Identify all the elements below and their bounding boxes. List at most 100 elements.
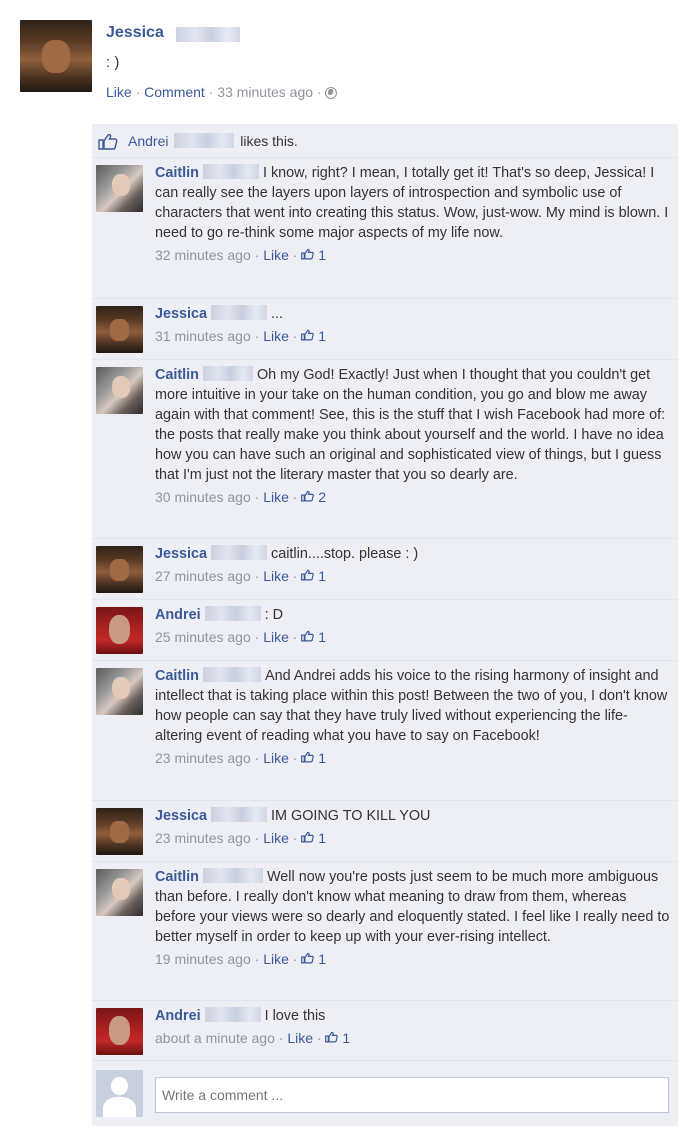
comment-separator xyxy=(92,800,678,801)
comment-author-name[interactable]: Caitlin xyxy=(155,367,199,383)
comment-body: Caitlin I know, right? I mean, I totally … xyxy=(155,163,670,265)
liker-name[interactable]: Andrei xyxy=(128,133,168,149)
comment-text: IM GOING TO KILL YOU xyxy=(271,808,431,824)
thumbs-up-icon[interactable] xyxy=(301,329,315,342)
comment-author-surname-blurred xyxy=(211,305,268,320)
comment-author-avatar[interactable] xyxy=(96,546,143,593)
thumbs-up-icon[interactable] xyxy=(301,490,315,503)
post-author-name[interactable]: Jessica xyxy=(106,24,164,42)
comment-like-count[interactable]: 1 xyxy=(318,247,326,263)
comment-like-count[interactable]: 1 xyxy=(318,328,326,344)
comment-timestamp[interactable]: 30 minutes ago xyxy=(155,489,251,505)
comment-author-name[interactable]: Jessica xyxy=(155,808,207,824)
comment-like-count[interactable]: 1 xyxy=(318,750,326,766)
comment-like-count[interactable]: 1 xyxy=(318,951,326,967)
thumbs-up-icon[interactable] xyxy=(301,248,315,261)
comment-body: Caitlin Oh my God! Exactly! Just when I t… xyxy=(155,365,670,507)
separator-dot: · xyxy=(250,568,264,584)
comment-timestamp[interactable]: 32 minutes ago xyxy=(155,247,251,263)
comment-like-count[interactable]: 1 xyxy=(342,1030,350,1046)
comment-author-avatar[interactable] xyxy=(96,306,143,353)
comment-author-surname-blurred xyxy=(202,667,261,682)
comment-author-avatar[interactable] xyxy=(96,607,143,654)
comment-timestamp[interactable]: about a minute ago xyxy=(155,1030,275,1046)
comment-author-name[interactable]: Andrei xyxy=(155,1008,201,1024)
comment-timestamp[interactable]: 27 minutes ago xyxy=(155,568,251,584)
thumbs-up-icon[interactable] xyxy=(301,630,315,643)
likes-suffix: likes this. xyxy=(240,133,298,149)
comment-timestamp[interactable]: 31 minutes ago xyxy=(155,328,251,344)
comment-like-link[interactable]: Like xyxy=(263,750,289,766)
comment-like-link[interactable]: Like xyxy=(263,568,289,584)
separator-dot: · xyxy=(288,629,302,645)
comment-author-name[interactable]: Caitlin xyxy=(155,869,199,885)
comment-author-avatar[interactable] xyxy=(96,869,143,916)
comment-timestamp[interactable]: 23 minutes ago xyxy=(155,750,251,766)
thumbs-up-icon[interactable] xyxy=(301,952,315,965)
post-author-surname-blurred xyxy=(176,27,240,42)
post-timestamp[interactable]: 33 minutes ago xyxy=(217,84,313,100)
write-comment-input[interactable] xyxy=(155,1077,669,1113)
comment-separator xyxy=(92,861,678,862)
separator-dot: · xyxy=(313,1030,326,1046)
comment-like-link[interactable]: Like xyxy=(263,830,289,846)
post-text: : ) xyxy=(106,54,120,71)
post-like-link[interactable]: Like xyxy=(106,84,132,100)
comment-timestamp[interactable]: 23 minutes ago xyxy=(155,830,251,846)
comment-timestamp[interactable]: 25 minutes ago xyxy=(155,629,251,645)
comment-separator xyxy=(92,538,678,539)
comment-like-count[interactable]: 2 xyxy=(318,489,326,505)
post-author-avatar[interactable] xyxy=(20,20,92,92)
comment-author-avatar[interactable] xyxy=(96,165,143,212)
separator-dot: · xyxy=(288,247,302,263)
comment-meta: 23 minutes ago · Like · 1 xyxy=(155,828,670,848)
thumbs-up-icon[interactable] xyxy=(301,831,315,844)
comment-like-link[interactable]: Like xyxy=(263,247,289,263)
globe-icon[interactable] xyxy=(325,87,338,99)
comment-author-surname-blurred xyxy=(211,545,268,560)
comment-author-name[interactable]: Jessica xyxy=(155,546,207,562)
separator-dot: · xyxy=(288,830,302,846)
comment-body: Caitlin And Andrei adds his voice to the … xyxy=(155,666,670,768)
separator-dot: · xyxy=(250,247,264,263)
comment-like-link[interactable]: Like xyxy=(263,328,289,344)
comment-timestamp[interactable]: 19 minutes ago xyxy=(155,951,251,967)
comment-body: Andrei: D 25 minutes ago · Like · 1 xyxy=(155,605,670,647)
comment-text: Oh my God! Exactly! Just when I thought … xyxy=(155,367,666,483)
comment-author-surname-blurred xyxy=(204,1007,261,1022)
comment-feed: Andrei likes this. Caitlin I know, right?… xyxy=(92,124,678,1126)
separator-dot: · xyxy=(316,84,326,100)
comment-separator xyxy=(92,298,678,299)
comment-author-name[interactable]: Andrei xyxy=(155,607,201,623)
comment-meta: 27 minutes ago · Like · 1 xyxy=(155,566,670,586)
post-actions: Like · Comment · 33 minutes ago · xyxy=(106,84,338,100)
thumbs-up-icon[interactable] xyxy=(301,751,315,764)
separator-dot: · xyxy=(250,489,264,505)
comment-author-name[interactable]: Jessica xyxy=(155,306,207,322)
post-comment-link[interactable]: Comment xyxy=(144,84,205,100)
separator-dot: · xyxy=(250,750,264,766)
comment-separator xyxy=(92,1060,678,1061)
comment-text: I love this xyxy=(264,1008,326,1024)
comment-like-count[interactable]: 1 xyxy=(318,629,326,645)
comment-like-link[interactable]: Like xyxy=(263,951,289,967)
comment-author-avatar[interactable] xyxy=(96,367,143,414)
comment-like-link[interactable]: Like xyxy=(287,1030,313,1046)
comment-author-name[interactable]: Caitlin xyxy=(155,668,199,684)
separator-dot: · xyxy=(288,489,302,505)
comment-meta: about a minute ago · Like · 1 xyxy=(155,1028,670,1048)
separator-dot: · xyxy=(250,328,264,344)
comment-like-count[interactable]: 1 xyxy=(318,568,326,584)
comment-like-link[interactable]: Like xyxy=(263,489,289,505)
comment-like-count[interactable]: 1 xyxy=(318,830,326,846)
comment-separator xyxy=(92,157,678,158)
comment-text: ... xyxy=(271,306,284,322)
comment-like-link[interactable]: Like xyxy=(263,629,289,645)
comment-text: caitlin....stop. please : ) xyxy=(271,546,419,562)
thumbs-up-icon[interactable] xyxy=(325,1031,339,1044)
comment-author-name[interactable]: Caitlin xyxy=(155,165,199,181)
comment-author-avatar[interactable] xyxy=(96,668,143,715)
thumbs-up-icon[interactable] xyxy=(301,569,315,582)
comment-author-avatar[interactable] xyxy=(96,1008,143,1055)
comment-author-avatar[interactable] xyxy=(96,808,143,855)
